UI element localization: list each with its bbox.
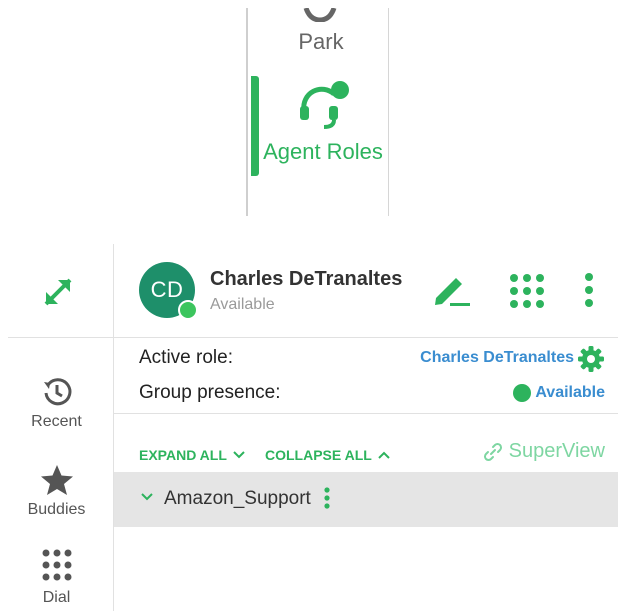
group-presence-value[interactable]: Available [513,384,605,402]
panel-border-left [246,8,248,216]
role-separator [114,413,618,414]
sidebar-divider [113,244,114,611]
expand-all-label: EXPAND ALL [139,447,227,463]
user-status: Available [210,296,275,313]
sidebar-item-dial[interactable]: Dial [0,548,113,607]
chevron-down-icon [233,451,245,459]
expand-all-button[interactable]: EXPAND ALL [139,447,245,463]
collapse-all-label: COLLAPSE ALL [265,447,372,463]
dialpad-icon [42,549,71,581]
group-options-icon[interactable] [323,487,331,509]
link-icon [483,442,502,461]
apps-grid-icon[interactable] [508,272,546,310]
park-icon [303,8,337,22]
header-separator [114,337,618,338]
superview-link[interactable]: SuperView [483,440,605,463]
status-dot-icon [513,384,532,402]
panel-border-right [388,8,389,216]
agent-roles-nav-item[interactable]: Agent Roles [257,139,389,165]
avatar-initials: CD [150,277,184,302]
group-name: Amazon_Support [164,488,311,509]
sidebar-item-buddies[interactable]: Buddies [0,464,113,519]
sidebar-item-label: Dial [42,589,71,606]
sidebar-item-label: Recent [31,413,82,430]
headset-icon [300,81,349,129]
gear-icon[interactable] [577,345,605,373]
user-name: Charles DeTranaltes [210,268,403,290]
group-presence-label: Group presence: [139,382,281,403]
more-options-icon[interactable] [578,270,600,310]
sidebar-item-recent[interactable]: Recent [0,376,113,431]
collapse-all-button[interactable]: COLLAPSE ALL [265,447,390,463]
sidebar-separator [8,337,114,338]
active-role-value[interactable]: Charles DeTranaltes [420,349,574,367]
group-presence-text: Available [535,384,605,401]
presence-indicator [178,300,198,320]
edit-icon[interactable] [432,272,472,308]
star-icon [40,465,73,495]
sidebar-item-label: Buddies [27,501,86,518]
chevron-down-icon[interactable] [140,490,154,504]
expand-icon[interactable] [40,274,76,310]
superview-label: SuperView [508,440,605,462]
park-nav-item[interactable]: Park [276,29,366,55]
chevron-up-icon [378,451,390,459]
history-icon [43,378,71,406]
active-role-label: Active role: [139,347,233,368]
